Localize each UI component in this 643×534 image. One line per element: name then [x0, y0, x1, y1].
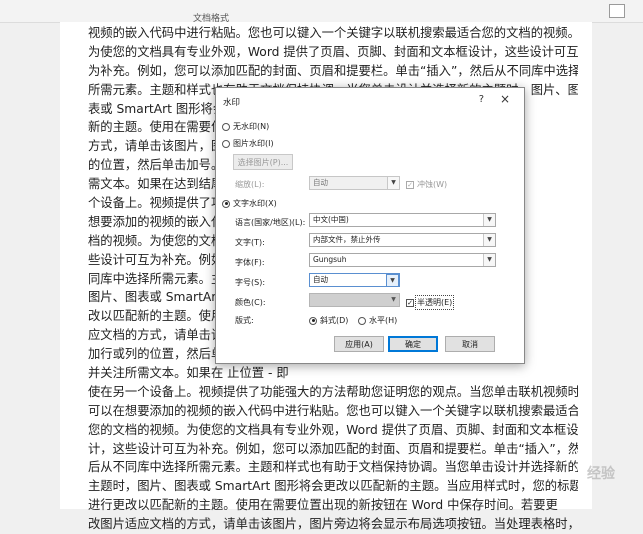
language-value: 中文(中国): [313, 215, 349, 224]
size-label: 字号(S):: [235, 278, 266, 287]
watermark-dialog: 水印 ? × 无水印(N) 图片水印(I) 选择图片(P)... 缩放(L): …: [215, 87, 525, 364]
scale-select[interactable]: 自动 ▼: [309, 176, 400, 190]
ribbon-bar: 文档格式: [0, 0, 643, 24]
chevron-down-icon: ▼: [391, 296, 396, 303]
text-watermark-label: 文字水印(X): [233, 199, 277, 208]
dialog-title: 水印: [223, 98, 241, 108]
horizontal-option[interactable]: 水平(H): [358, 315, 397, 326]
washout-checkbox[interactable]: ✓: [406, 180, 414, 189]
document-line: 可以在想要添加的视频的嵌入代码中进行粘贴。您也可以键入一个关键字以联机搜索最适合: [88, 403, 578, 418]
semi-transparent-option[interactable]: ✓ 半透明(E): [406, 295, 455, 310]
horizontal-radio[interactable]: [358, 316, 366, 325]
diagonal-option[interactable]: 斜式(D): [309, 315, 348, 326]
size-select[interactable]: 自动 ▼: [309, 273, 400, 287]
text-label: 文字(T):: [235, 238, 265, 247]
chevron-down-icon: ▼: [483, 214, 495, 226]
picture-watermark-option[interactable]: 图片水印(I): [222, 138, 274, 149]
no-watermark-option[interactable]: 无水印(N): [222, 121, 269, 132]
document-line: 计，这些设计可互为补充。例如，您可以添加匹配的封面、页眉和提要栏。单击“插入”，…: [88, 441, 578, 456]
washout-option[interactable]: ✓ 冲蚀(W): [406, 179, 447, 190]
scale-label: 缩放(L):: [235, 180, 265, 189]
text-value: 内部文件，禁止外传: [313, 235, 381, 244]
semi-transparent-checkbox[interactable]: ✓: [406, 298, 414, 307]
scale-value: 自动: [313, 178, 328, 187]
document-line: 改图片适应文档的方式，请单击该图片，图片旁边将会显示布局选项按钮。当处理表格时，: [88, 517, 578, 532]
washout-label: 冲蚀(W): [417, 180, 448, 189]
diagonal-radio[interactable]: [309, 316, 317, 325]
document-line: 视频的嵌入代码中进行粘贴。您也可以键入一个关键字以联机搜索最适合您的文档的视频。: [88, 26, 578, 40]
ok-button[interactable]: 确定: [388, 336, 438, 352]
font-value: Gungsuh: [313, 255, 347, 264]
color-picker[interactable]: ▼: [309, 293, 400, 307]
text-watermark-option[interactable]: 文字水印(X): [222, 198, 277, 209]
ribbon-control[interactable]: [609, 4, 625, 18]
layout-label: 版式:: [235, 316, 254, 325]
size-value: 自动: [313, 275, 328, 284]
font-select[interactable]: Gungsuh ▼: [309, 253, 496, 267]
cancel-button[interactable]: 取消: [445, 336, 495, 352]
picture-watermark-radio[interactable]: [222, 139, 230, 148]
chevron-down-icon: ▼: [483, 254, 495, 266]
document-line: 进行更改以匹配新的主题。使用在需要位置出现的新按钮在 Word 中保存时间。若要…: [88, 498, 558, 513]
document-line: 您的文档的视频。为使您的文档具有专业外观，Word 提供了页眉、页脚、封面和文本…: [88, 422, 578, 437]
document-line: 主题时，图片、图表或 SmartArt 图形将会更改以匹配新的主题。当应用样式时…: [88, 479, 578, 494]
apply-button[interactable]: 应用(A): [334, 336, 384, 352]
picture-watermark-label: 图片水印(I): [233, 139, 274, 148]
font-label: 字体(F):: [235, 258, 265, 267]
chevron-down-icon: ▼: [386, 274, 399, 286]
language-select[interactable]: 中文(中国) ▼: [309, 213, 496, 227]
document-line: 后从不同库中选择所需元素。主题和样式也有助于文档保持协调。当您单击设计并选择新的: [88, 460, 578, 475]
text-input[interactable]: 内部文件，禁止外传 ▼: [309, 233, 496, 247]
language-label: 语言(国家/地区)(L):: [235, 218, 306, 227]
site-watermark: 经验: [587, 466, 615, 482]
chevron-down-icon: ▼: [483, 234, 495, 246]
no-watermark-label: 无水印(N): [233, 122, 270, 131]
document-line: 并关注所需文本。如果在 止位置 - 即: [88, 366, 289, 381]
document-line: 为补充。例如，您可以添加匹配的封面、页眉和提要栏。单击“插入”，然后从不同库中选…: [88, 63, 578, 78]
color-label: 颜色(C):: [235, 298, 266, 307]
text-watermark-radio[interactable]: [222, 199, 230, 208]
no-watermark-radio[interactable]: [222, 122, 230, 131]
semi-transparent-label: 半透明(E): [414, 295, 455, 310]
horizontal-label: 水平(H): [369, 316, 398, 325]
help-icon[interactable]: ?: [479, 94, 484, 105]
document-line: 为使您的文档具有专业外观，Word 提供了页眉、页脚、封面和文本框设计，这些设计…: [88, 44, 578, 59]
diagonal-label: 斜式(D): [320, 316, 349, 325]
document-line: 使在另一个设备上。视频提供了功能强大的方法帮助您证明您的观点。当您单击联机视频时…: [88, 384, 578, 399]
chevron-down-icon: ▼: [387, 177, 399, 189]
close-icon[interactable]: ×: [500, 92, 510, 106]
select-picture-button[interactable]: 选择图片(P)...: [233, 154, 293, 170]
